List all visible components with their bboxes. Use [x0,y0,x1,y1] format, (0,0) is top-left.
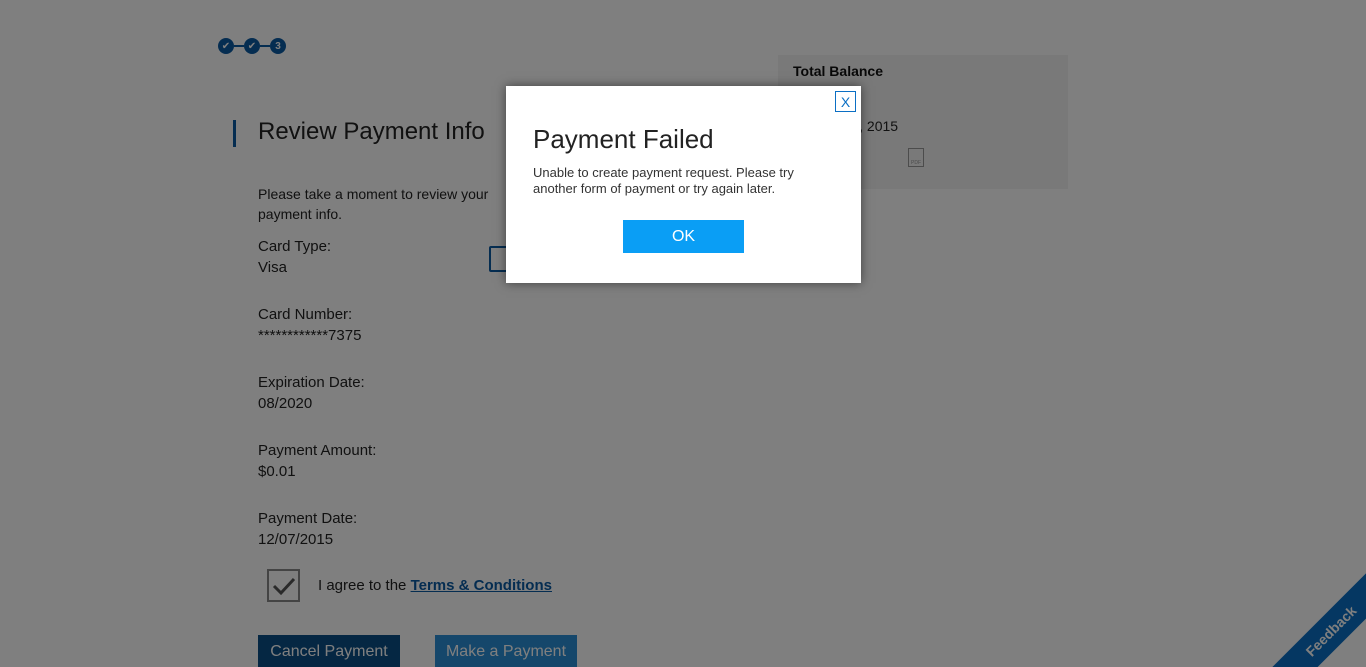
close-icon[interactable]: X [835,91,856,112]
dialog-message: Unable to create payment request. Please… [533,165,794,196]
ok-button[interactable]: OK [623,220,744,253]
payment-review-page: ✔ ✔ 3 Review Payment Info Please take a … [0,0,1366,667]
payment-failed-dialog: X Payment Failed Unable to create paymen… [506,86,861,283]
dialog-title: Payment Failed [533,124,714,154]
